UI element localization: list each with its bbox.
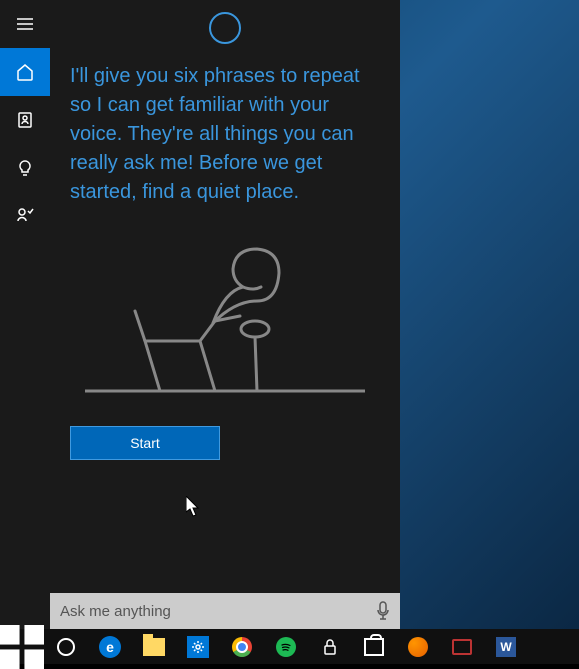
cortana-logo-area — [50, 0, 400, 56]
folder-icon — [143, 638, 165, 656]
notebook-icon — [15, 110, 35, 130]
windows-logo-icon — [0, 625, 44, 669]
instruction-text: I'll give you six phrases to repeat so I… — [70, 62, 380, 207]
hamburger-icon — [15, 14, 35, 34]
sidebar-tips[interactable] — [0, 144, 50, 192]
start-button-row: Start — [70, 426, 380, 480]
desktop-wallpaper: I'll give you six phrases to repeat so I… — [0, 0, 579, 664]
taskbar-spotify[interactable] — [264, 629, 308, 664]
taskbar-snipping-tool[interactable] — [440, 629, 484, 664]
word-icon: W — [496, 637, 516, 657]
taskbar-cortana[interactable] — [44, 629, 88, 664]
taskbar-settings[interactable] — [176, 629, 220, 664]
feedback-icon — [15, 206, 35, 226]
hamburger-menu[interactable] — [0, 0, 50, 48]
person-laptop-icon — [85, 241, 365, 396]
firefox-icon — [408, 637, 428, 657]
cortana-panel: I'll give you six phrases to repeat so I… — [0, 0, 400, 629]
store-icon — [364, 638, 384, 656]
chrome-icon — [232, 637, 252, 657]
lock-icon — [322, 638, 338, 656]
cortana-content: I'll give you six phrases to repeat so I… — [50, 56, 400, 629]
search-input[interactable] — [60, 603, 376, 620]
spotify-icon — [276, 637, 296, 657]
taskbar-firefox[interactable] — [396, 629, 440, 664]
settings-icon — [187, 636, 209, 658]
home-icon — [15, 62, 35, 82]
taskbar-file-explorer[interactable] — [132, 629, 176, 664]
voice-training-illustration — [70, 241, 380, 396]
sidebar-feedback[interactable] — [0, 192, 50, 240]
cortana-search-bar[interactable] — [50, 593, 400, 629]
start-button[interactable]: Start — [70, 426, 220, 460]
cortana-sidebar — [0, 0, 50, 629]
taskbar-word[interactable]: W — [484, 629, 528, 664]
microphone-icon[interactable] — [376, 601, 390, 621]
taskbar-lock[interactable] — [308, 629, 352, 664]
cortana-main: I'll give you six phrases to repeat so I… — [50, 0, 400, 629]
cortana-icon — [57, 638, 75, 656]
sidebar-home[interactable] — [0, 48, 50, 96]
taskbar-store[interactable] — [352, 629, 396, 664]
taskbar-chrome[interactable] — [220, 629, 264, 664]
lightbulb-icon — [15, 158, 35, 178]
sidebar-notebook[interactable] — [0, 96, 50, 144]
taskbar-edge[interactable]: e — [88, 629, 132, 664]
edge-icon: e — [99, 636, 121, 658]
taskbar: e W — [0, 629, 579, 664]
cortana-ring-icon — [209, 12, 241, 44]
snipping-tool-icon — [452, 639, 472, 655]
taskbar-start-button[interactable] — [0, 629, 44, 664]
